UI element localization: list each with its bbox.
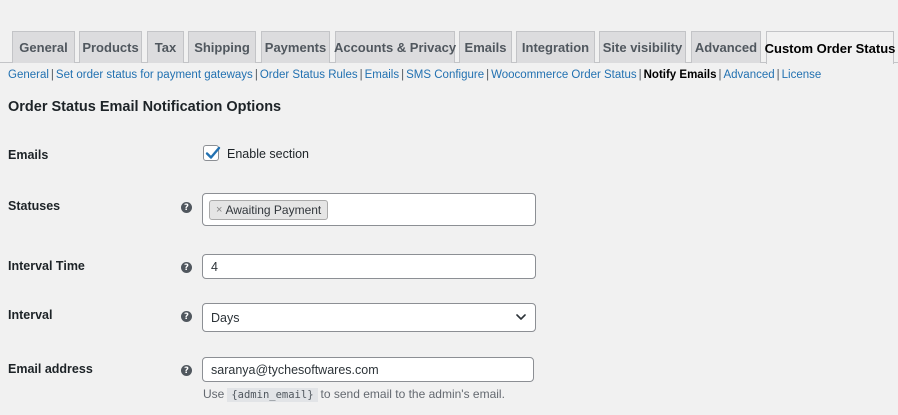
- email-address-value: saranya@tychesoftwares.com: [211, 363, 379, 377]
- enable-section-label: Enable section: [227, 147, 310, 161]
- email-address-description: Use {admin_email} to send email to the adm…: [203, 387, 505, 402]
- admin-email-code: {admin_email}: [227, 388, 318, 402]
- settings-tab-bar: General Products Tax Shipping Payments A…: [0, 0, 898, 64]
- interval-time-input[interactable]: 4: [202, 254, 536, 279]
- statuses-label: Statuses: [8, 199, 61, 213]
- subnav-emails[interactable]: Emails: [365, 69, 400, 81]
- tab-emails[interactable]: Emails: [459, 31, 512, 63]
- help-icon[interactable]: ?: [181, 311, 192, 322]
- statuses-multiselect[interactable]: × Awaiting Payment: [202, 193, 536, 226]
- status-tag-label: Awaiting Payment: [225, 203, 322, 217]
- tab-general[interactable]: General: [12, 31, 75, 63]
- tab-integration[interactable]: Integration: [516, 31, 595, 63]
- subnav-notify-emails: Notify Emails: [643, 69, 717, 81]
- remove-tag-icon[interactable]: ×: [216, 204, 222, 216]
- tab-shipping[interactable]: Shipping: [188, 31, 256, 63]
- help-icon[interactable]: ?: [181, 365, 192, 376]
- section-title: Order Status Email Notification Options: [8, 99, 282, 115]
- status-tag: × Awaiting Payment: [209, 200, 329, 220]
- tab-products[interactable]: Products: [79, 31, 142, 63]
- interval-time-label: Interval Time: [8, 259, 85, 273]
- chevron-down-icon: [516, 314, 526, 320]
- sub-navigation: General | Set order status for payment gat…: [8, 69, 822, 81]
- email-address-input[interactable]: saranya@tychesoftwares.com: [202, 357, 534, 382]
- subnav-general[interactable]: General: [8, 69, 49, 81]
- help-icon[interactable]: ?: [181, 262, 192, 273]
- tab-accounts-privacy[interactable]: Accounts & Privacy: [334, 31, 456, 63]
- desc-text-before: Use: [203, 387, 225, 401]
- tab-tax[interactable]: Tax: [147, 31, 184, 63]
- interval-time-value: 4: [211, 260, 218, 274]
- help-icon[interactable]: ?: [181, 202, 192, 213]
- desc-text-after: to send email to the admin's email.: [320, 387, 505, 401]
- subnav-sms-configure[interactable]: SMS Configure: [406, 69, 484, 81]
- enable-section-checkbox[interactable]: [203, 145, 221, 161]
- subnav-payment-gateways[interactable]: Set order status for payment gateways: [56, 69, 253, 81]
- subnav-woocommerce-order-status[interactable]: Woocommerce Order Status: [491, 69, 637, 81]
- tab-payments[interactable]: Payments: [261, 31, 330, 63]
- subnav-license[interactable]: License: [782, 69, 822, 81]
- email-address-label: Email address: [8, 362, 93, 376]
- checkmark-icon: [205, 146, 221, 159]
- interval-select[interactable]: Days: [202, 303, 536, 332]
- tab-custom-order-status[interactable]: Custom Order Status: [765, 31, 895, 64]
- tab-site-visibility[interactable]: Site visibility: [599, 31, 686, 63]
- emails-label: Emails: [8, 148, 49, 162]
- subnav-order-status-rules[interactable]: Order Status Rules: [260, 69, 358, 81]
- tab-advanced[interactable]: Advanced: [691, 31, 761, 63]
- interval-label: Interval: [8, 308, 53, 322]
- subnav-advanced[interactable]: Advanced: [723, 69, 774, 81]
- interval-value: Days: [211, 311, 240, 325]
